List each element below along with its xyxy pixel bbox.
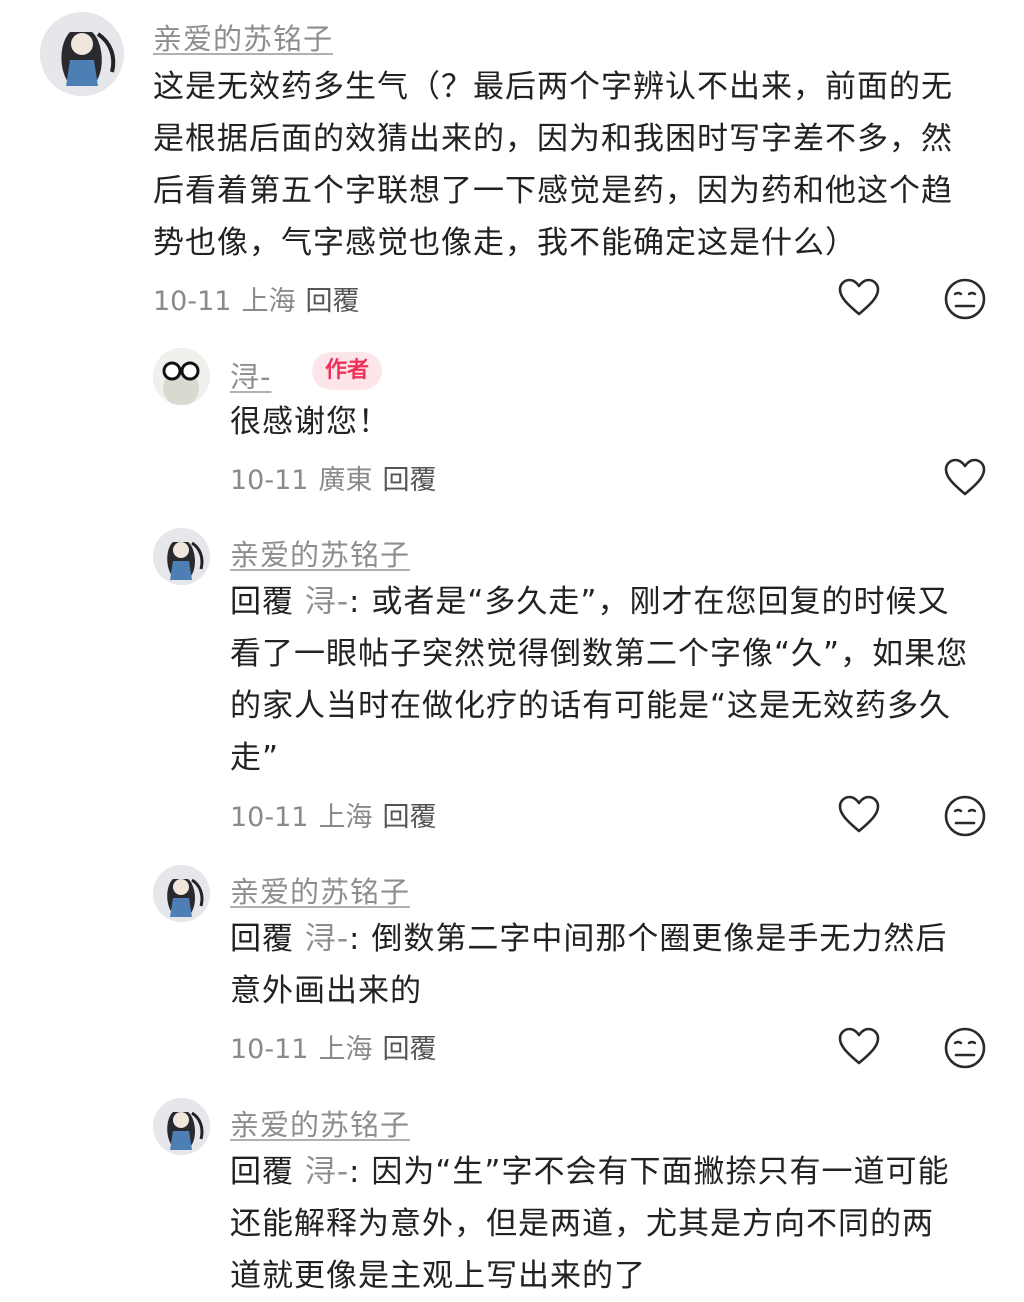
comment-reply: 浔- 作者 很感谢您！ 10-11 廣東 回覆 (0, 340, 1024, 510)
comment-text-line: 意外画出来的 (230, 973, 422, 1009)
avatar[interactable] (153, 1098, 210, 1155)
comment-text-line: 这是无效药多生气（？最后两个字辨认不出来，前面的无 (153, 69, 953, 105)
comment-text-fragment: : 因为“生”字不会有下面撇捺只有一道可能 (349, 1154, 950, 1190)
avatar[interactable] (40, 12, 124, 96)
comment-text-line: 是根据后面的效猜出来的，因为和我困时写字差不多，然 (153, 121, 953, 157)
username[interactable]: 亲爱的苏铭子 (230, 532, 410, 574)
dislike-face-icon[interactable] (943, 1026, 987, 1070)
author-badge: 作者 (312, 352, 383, 390)
comment-meta: 10-11 廣東 回覆 (230, 458, 436, 497)
comment-location: 廣東 (318, 465, 373, 496)
reply-target-username[interactable]: 浔- (305, 1154, 349, 1190)
comment-text-line: 走” (230, 740, 280, 776)
comment-text-line: 回覆 浔-: 或者是“多久走”，刚才在您回复的时候又 (230, 576, 949, 628)
comment-date: 10-11 (153, 286, 232, 317)
comment-text-line: 回覆 浔-: 倒数第二字中间那个圈更像是手无力然后 (230, 913, 947, 965)
reply-button[interactable]: 回覆 (305, 286, 359, 317)
comment-text-line: 后看着第五个字联想了一下感觉是药，因为药和他这个趋 (153, 173, 953, 209)
comment-meta: 10-11 上海 回覆 (230, 795, 436, 834)
avatar[interactable] (153, 865, 210, 922)
comment-text-line: 还能解释为意外，但是两道，尤其是方向不同的两 (230, 1206, 934, 1242)
reply-target-username[interactable]: 浔- (305, 584, 349, 620)
comment-meta: 10-11 上海 回覆 (230, 1027, 436, 1066)
heart-icon[interactable] (837, 1025, 881, 1069)
avatar[interactable] (153, 348, 210, 405)
heart-icon[interactable] (837, 793, 881, 837)
comment-text-fragment: : 倒数第二字中间那个圈更像是手无力然后 (349, 921, 948, 957)
comment-text-line: 回覆 浔-: 因为“生”字不会有下面撇捺只有一道可能 (230, 1146, 949, 1198)
comment-text-fragment: : 或者是“多久走”，刚才在您回复的时候又 (349, 584, 950, 620)
comment-location: 上海 (318, 1034, 373, 1065)
comment-meta: 10-11 上海 回覆 (153, 279, 359, 318)
dislike-face-icon[interactable] (943, 794, 987, 838)
comment-location: 上海 (318, 802, 373, 833)
comment-date: 10-11 (230, 1034, 309, 1065)
comment-text-line: 势也像，气字感觉也像走，我不能确定这是什么） (153, 225, 857, 261)
comment-text-line: 看了一眼帖子突然觉得倒数第二个字像“久”，如果您 (230, 636, 969, 672)
reply-prefix: 回覆 (230, 921, 294, 957)
username[interactable]: 亲爱的苏铭子 (153, 16, 333, 58)
comment-reply: 亲爱的苏铭子 回覆 浔-: 或者是“多久走”，刚才在您回复的时候又 看了一眼帖子… (0, 520, 1024, 860)
username[interactable]: 亲爱的苏铭子 (230, 1102, 410, 1144)
reply-prefix: 回覆 (230, 1154, 294, 1190)
reply-target-username[interactable]: 浔- (305, 921, 349, 957)
dislike-face-icon[interactable] (943, 277, 987, 321)
reply-button[interactable]: 回覆 (382, 802, 436, 833)
heart-icon[interactable] (943, 456, 987, 500)
comment-date: 10-11 (230, 465, 309, 496)
comment-text-line: 的家人当时在做化疗的话有可能是“这是无效药多久 (230, 688, 952, 724)
comment-text-line: 道就更像是主观上写出来的了 (230, 1258, 646, 1294)
username[interactable]: 浔- (230, 354, 271, 396)
comment-text-line: 很感谢您！ (230, 404, 390, 440)
comment-date: 10-11 (230, 802, 309, 833)
comment: 亲爱的苏铭子 这是无效药多生气（？最后两个字辨认不出来，前面的无 是根据后面的效… (0, 0, 1024, 330)
username[interactable]: 亲爱的苏铭子 (230, 869, 410, 911)
reply-prefix: 回覆 (230, 584, 294, 620)
reply-button[interactable]: 回覆 (382, 1034, 436, 1065)
avatar[interactable] (153, 528, 210, 585)
comment-reply: 亲爱的苏铭子 回覆 浔-: 倒数第二字中间那个圈更像是手无力然后 意外画出来的 … (0, 857, 1024, 1087)
comment-reply: 亲爱的苏铭子 回覆 浔-: 因为“生”字不会有下面撇捺只有一道可能 还能解释为意… (0, 1090, 1024, 1298)
heart-icon[interactable] (837, 276, 881, 320)
reply-button[interactable]: 回覆 (382, 465, 436, 496)
comment-location: 上海 (241, 286, 296, 317)
